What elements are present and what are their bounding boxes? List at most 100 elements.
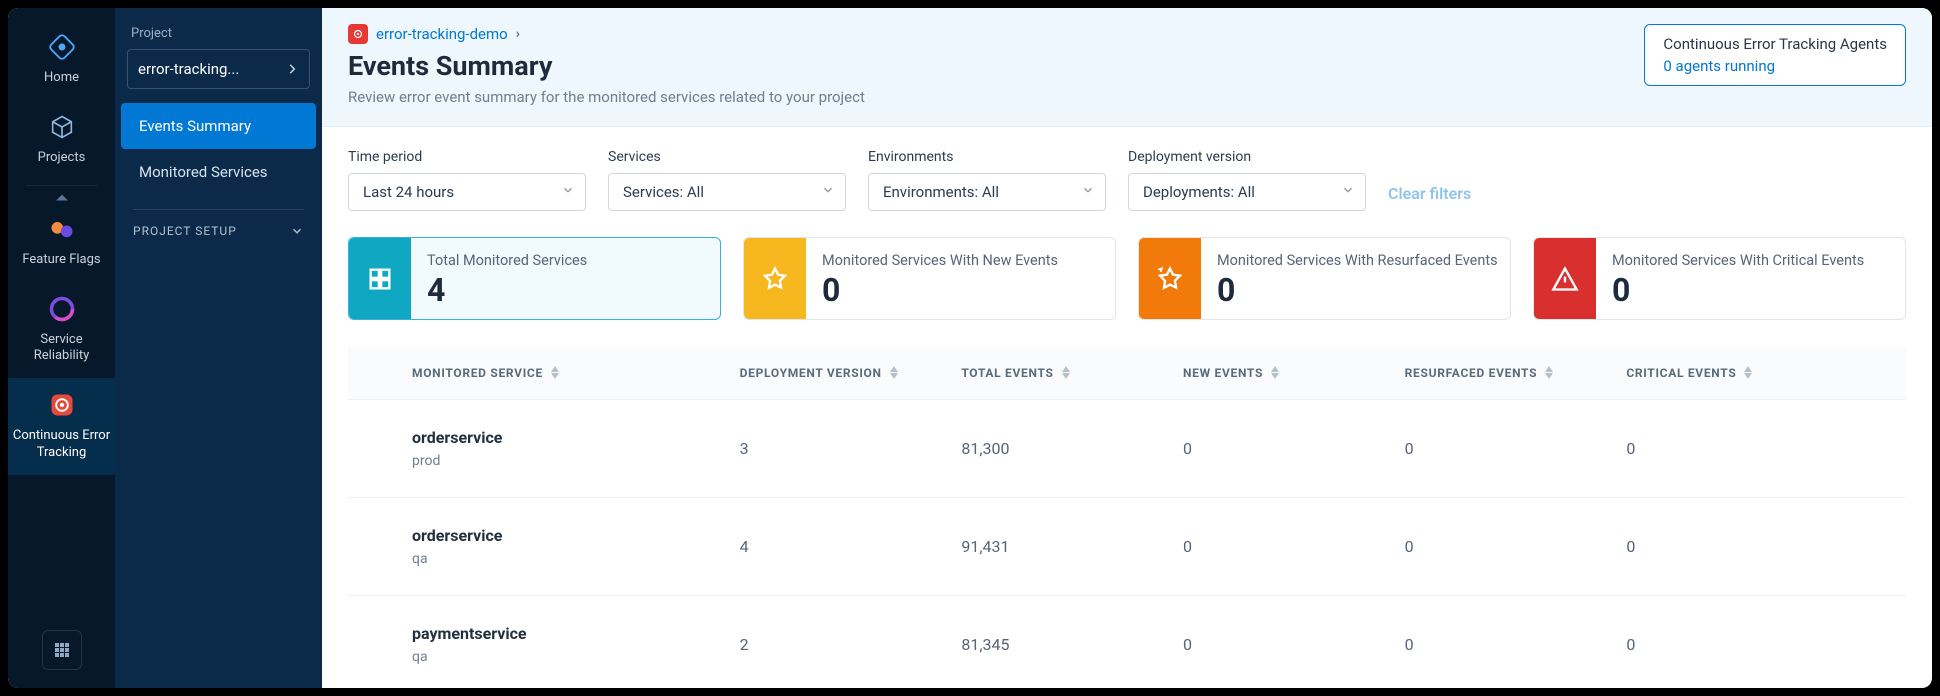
filter-select-environments[interactable]: Environments: All — [868, 173, 1106, 211]
table-row[interactable]: paymentservice qa 2 81,345 0 0 0 — [348, 596, 1906, 688]
filter-select-time[interactable]: Last 24 hours — [348, 173, 586, 211]
chevron-down-icon — [561, 183, 575, 201]
filters-bar: Time period Last 24 hours Services Servi… — [322, 127, 1932, 211]
feature-flags-icon — [47, 214, 77, 244]
cell-new: 0 — [1183, 537, 1405, 556]
filter-value: Environments: All — [883, 183, 999, 201]
chevron-up-icon[interactable] — [8, 192, 115, 202]
chevron-right-icon — [285, 62, 299, 76]
sidenav-divider — [133, 209, 304, 210]
star-resurfaced-icon — [1139, 238, 1201, 319]
star-icon — [744, 238, 806, 319]
sidenav-item-events-summary[interactable]: Events Summary — [121, 103, 316, 149]
service-env: prod — [412, 453, 740, 469]
rail-item-home[interactable]: Home — [8, 20, 115, 100]
card-critical-events[interactable]: Monitored Services With Critical Events … — [1533, 237, 1906, 320]
table-row[interactable]: orderservice qa 4 91,431 0 0 0 — [348, 498, 1906, 596]
error-tracking-icon — [47, 390, 77, 420]
grid-icon — [349, 238, 411, 319]
card-label: Monitored Services With Critical Events — [1612, 252, 1864, 269]
card-label: Monitored Services With Resurfaced Event… — [1217, 252, 1498, 269]
breadcrumb-project[interactable]: error-tracking-demo — [376, 25, 508, 43]
rail-label: Home — [44, 70, 79, 86]
project-label: Project — [115, 26, 322, 49]
cell-critical: 0 — [1626, 537, 1848, 556]
cell-deploy: 2 — [740, 635, 962, 654]
rail-divider — [27, 185, 97, 186]
card-value: 4 — [427, 271, 587, 309]
service-env: qa — [412, 551, 740, 567]
project-select-value: error-tracking... — [138, 60, 239, 78]
card-label: Total Monitored Services — [427, 252, 587, 269]
summary-cards: Total Monitored Services 4 Monitored Ser… — [322, 211, 1932, 320]
card-value: 0 — [1612, 271, 1864, 309]
service-name: orderservice — [412, 526, 740, 545]
rail-item-projects[interactable]: Projects — [8, 100, 115, 180]
filter-select-deployment[interactable]: Deployments: All — [1128, 173, 1366, 211]
alert-icon — [1534, 238, 1596, 319]
filter-label-services: Services — [608, 149, 846, 165]
filter-value: Services: All — [623, 183, 704, 201]
sidenav-item-monitored-services[interactable]: Monitored Services — [121, 149, 316, 195]
cell-resurfaced: 0 — [1405, 537, 1627, 556]
sort-icon — [1744, 366, 1752, 379]
table-header-row: MONITORED SERVICE DEPLOYMENT VERSION TOT… — [348, 346, 1906, 400]
filter-value: Last 24 hours — [363, 183, 454, 201]
filter-label-deployment: Deployment version — [1128, 149, 1366, 165]
th-total-events[interactable]: TOTAL EVENTS — [961, 366, 1183, 380]
page-title: Events Summary — [348, 50, 865, 82]
sort-icon — [890, 366, 898, 379]
sidenav-item-label: Monitored Services — [139, 163, 268, 181]
card-resurfaced-events[interactable]: Monitored Services With Resurfaced Event… — [1138, 237, 1511, 320]
table-row[interactable]: orderservice prod 3 81,300 0 0 0 — [348, 400, 1906, 498]
card-new-events[interactable]: Monitored Services With New Events 0 — [743, 237, 1116, 320]
clear-filters-button[interactable]: Clear filters — [1388, 184, 1471, 211]
sort-icon — [1545, 366, 1553, 379]
page-subtitle: Review error event summary for the monit… — [348, 88, 865, 106]
card-label: Monitored Services With New Events — [822, 252, 1058, 269]
service-reliability-icon — [47, 294, 77, 324]
rail-label: Projects — [38, 150, 86, 166]
filter-label-time: Time period — [348, 149, 586, 165]
rail-label: Continuous Error Tracking — [12, 428, 111, 461]
sidenav-setup-label: PROJECT SETUP — [133, 224, 237, 238]
card-total-services[interactable]: Total Monitored Services 4 — [348, 237, 721, 320]
th-resurfaced-events[interactable]: RESURFACED EVENTS — [1405, 366, 1627, 380]
th-critical-events[interactable]: CRITICAL EVENTS — [1626, 366, 1848, 380]
events-table: MONITORED SERVICE DEPLOYMENT VERSION TOT… — [322, 320, 1932, 688]
cell-total: 91,431 — [961, 537, 1183, 556]
cell-total: 81,345 — [961, 635, 1183, 654]
cell-critical: 0 — [1626, 439, 1848, 458]
th-new-events[interactable]: NEW EVENTS — [1183, 366, 1405, 380]
side-nav: Project error-tracking... Events Summary… — [115, 8, 322, 688]
project-select[interactable]: error-tracking... — [127, 49, 310, 89]
th-deployment-version[interactable]: DEPLOYMENT VERSION — [740, 366, 962, 380]
chevron-right-icon: › — [516, 26, 520, 42]
nav-rail: Home Projects Feature Flags Service Reli… — [8, 8, 115, 688]
agents-status-box[interactable]: Continuous Error Tracking Agents 0 agent… — [1644, 24, 1906, 86]
sidenav-project-setup[interactable]: PROJECT SETUP — [115, 224, 322, 238]
th-monitored-service[interactable]: MONITORED SERVICE — [412, 366, 740, 380]
cell-critical: 0 — [1626, 635, 1848, 654]
rail-item-error-tracking[interactable]: Continuous Error Tracking — [8, 378, 115, 475]
home-icon — [47, 32, 77, 62]
page-header: error-tracking-demo › Events Summary Rev… — [322, 8, 1932, 127]
service-env: qa — [412, 649, 740, 665]
sort-icon — [1271, 366, 1279, 379]
chevron-down-icon — [821, 183, 835, 201]
cell-new: 0 — [1183, 439, 1405, 458]
sidenav-item-label: Events Summary — [139, 117, 251, 135]
cube-icon — [47, 112, 77, 142]
chevron-down-icon — [1081, 183, 1095, 201]
cell-total: 81,300 — [961, 439, 1183, 458]
agents-status-title: Continuous Error Tracking Agents — [1663, 35, 1887, 53]
rail-item-service-reliability[interactable]: Service Reliability — [8, 282, 115, 379]
filter-select-services[interactable]: Services: All — [608, 173, 846, 211]
rail-apps-button[interactable] — [42, 630, 82, 670]
cell-resurfaced: 0 — [1405, 439, 1627, 458]
card-value: 0 — [1217, 271, 1498, 309]
rail-item-feature-flags[interactable]: Feature Flags — [8, 202, 115, 282]
chevron-down-icon — [1341, 183, 1355, 201]
sort-icon — [551, 366, 559, 379]
rail-label: Feature Flags — [22, 252, 100, 268]
